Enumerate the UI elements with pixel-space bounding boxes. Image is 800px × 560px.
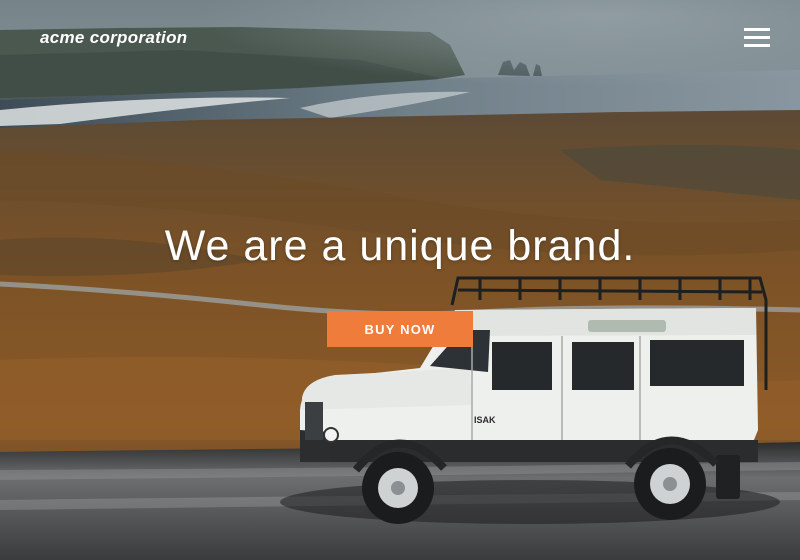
hero-section: ISAK acme corporation We are a unique br… bbox=[0, 0, 800, 560]
hero-background-image: ISAK bbox=[0, 0, 800, 560]
svg-text:ISAK: ISAK bbox=[474, 415, 496, 425]
menu-bar-bottom bbox=[744, 44, 770, 47]
menu-bar-middle bbox=[744, 36, 770, 39]
brand-logo-link[interactable]: acme corporation bbox=[40, 28, 187, 48]
buy-now-button[interactable]: BUY NOW bbox=[327, 311, 473, 347]
hamburger-menu-icon[interactable] bbox=[744, 28, 770, 48]
hero-headline: We are a unique brand. bbox=[164, 222, 636, 270]
menu-bar-top bbox=[744, 28, 770, 31]
